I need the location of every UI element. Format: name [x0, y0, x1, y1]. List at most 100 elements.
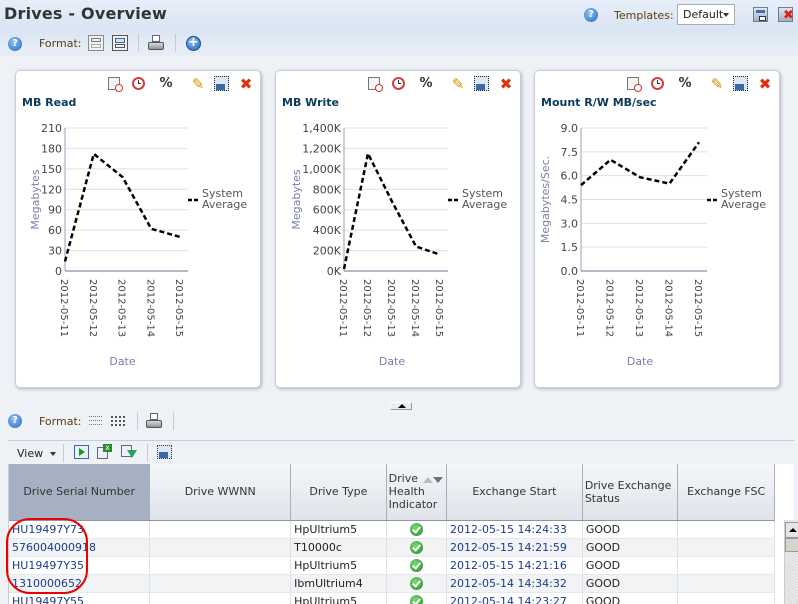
y-tick-label: 1.5 [561, 241, 579, 254]
exchange-start-link[interactable]: 2012-05-14 14:23:27 [446, 592, 583, 604]
templates-label: Templates: [614, 9, 674, 22]
detail-view-icon[interactable] [111, 415, 125, 426]
y-tick-label: 800K [313, 183, 342, 196]
chart-svg: 0K 200K 400K 600K 800K 1,000K 1,200K 1,400K 2012… [290, 122, 507, 368]
y-tick-label: 7.5 [561, 146, 579, 159]
scroll-up-button[interactable] [785, 522, 798, 538]
view-label: View [17, 447, 44, 460]
toolbar-separator [137, 412, 138, 430]
highlight-annotation [6, 518, 88, 594]
exchange-status-cell: GOOD [582, 538, 679, 557]
format-label: Format: [39, 415, 82, 428]
chart-panel-mb-read: % ✎ ✖ MB Read 0 30 60 90 120 150 180 210 2012-05-1… [15, 70, 261, 388]
table-row[interactable]: 1310000652 IbmUltrium4 2012-05-14 14:34:32… [9, 574, 775, 593]
drive-type-cell: T10000c [290, 538, 387, 557]
page-title: Drives - Overview [4, 4, 167, 23]
page-header: Drives - Overview ? Templates: Default ✖ [0, 0, 798, 30]
check-ok-icon [410, 540, 424, 554]
exchange-fsc-cell [677, 538, 775, 557]
health-indicator-cell [386, 538, 448, 557]
dashboard-toolbar: ? Format: + [0, 30, 798, 56]
filter-icon[interactable] [121, 444, 137, 460]
column-header-type[interactable]: Drive Type [290, 464, 387, 521]
column-header-exchange-fsc[interactable]: Exchange FSC [677, 464, 775, 521]
print-icon[interactable] [148, 35, 164, 51]
export-icon[interactable]: x [97, 444, 113, 460]
view-menu[interactable]: View [17, 447, 56, 460]
table-row[interactable]: HU19497Y55 HpUltrium5 2012-05-14 14:23:27 G… [9, 592, 775, 604]
exchange-start-link[interactable]: 2012-05-15 14:21:16 [446, 556, 583, 575]
grid-layout-icon[interactable] [88, 35, 104, 51]
templates-value: Default [683, 8, 724, 21]
drive-wwnn-cell [149, 574, 292, 593]
run-icon[interactable] [74, 445, 89, 459]
y-tick-label: 1,400K [302, 122, 341, 135]
health-indicator-cell [386, 520, 448, 539]
exchange-start-link[interactable]: 2012-05-15 14:24:33 [446, 520, 583, 539]
format-label: Format: [39, 37, 82, 50]
templates-select[interactable]: Default [677, 4, 735, 25]
legend-label: Average [202, 198, 247, 211]
drive-type-cell: HpUltrium5 [290, 592, 387, 604]
table-format-toolbar: ? Format: [0, 408, 798, 434]
table-row[interactable]: 576004000918 T10000c 2012-05-15 14:21:59 GO… [9, 538, 775, 557]
help-icon[interactable]: ? [584, 8, 598, 22]
y-tick-label: 30 [48, 245, 62, 258]
toolbar-separator [175, 34, 176, 52]
delete-template-icon[interactable]: ✖ [778, 7, 794, 22]
table-row[interactable]: HU19497Y73 HpUltrium5 2012-05-15 14:24:33 G… [9, 520, 775, 539]
check-ok-icon [410, 522, 424, 536]
column-header-health[interactable]: Drive Health Indicator [386, 464, 448, 521]
sort-ascending-icon[interactable] [422, 477, 433, 483]
x-axis-title: Date [627, 355, 654, 368]
legend-label: Average [462, 198, 507, 211]
drive-wwnn-cell [149, 556, 292, 575]
add-icon[interactable]: + [186, 36, 201, 51]
scroll-thumb[interactable] [785, 538, 798, 552]
y-axis-title: Megabytes [290, 169, 303, 230]
toolbar-separator [138, 34, 139, 52]
exchange-fsc-cell [677, 556, 775, 575]
y-tick-label: 90 [48, 204, 62, 217]
column-header-wwnn[interactable]: Drive WWNN [149, 464, 292, 521]
y-tick-label: 1,200K [302, 142, 341, 155]
exchange-status-cell: GOOD [582, 556, 679, 575]
toolbar-separator [173, 412, 174, 430]
toolbar-separator [63, 444, 64, 462]
y-tick-label: 210 [41, 122, 62, 135]
sort-descending-icon[interactable] [432, 477, 443, 483]
series-line-system-average [63, 151, 181, 262]
x-tick-label: 2012-05-13 [116, 279, 127, 337]
legend-label: Average [721, 198, 766, 211]
exchange-fsc-cell [677, 520, 775, 539]
help-icon[interactable]: ? [8, 414, 22, 428]
column-header-serial[interactable]: Drive Serial Number [9, 464, 151, 521]
exchange-start-link[interactable]: 2012-05-14 14:34:32 [446, 574, 583, 593]
y-tick-label: 0.0 [561, 265, 579, 278]
health-indicator-cell [386, 574, 448, 593]
column-header-exchange-status[interactable]: Drive Exchange Status [582, 464, 679, 521]
table-row[interactable]: HU19497Y35 HpUltrium5 2012-05-15 14:21:16 G… [9, 556, 775, 575]
y-tick-label: 0 [55, 265, 62, 278]
y-axis-title: Megabytes [29, 169, 42, 230]
help-icon[interactable]: ? [8, 37, 22, 51]
x-tick-label: 2012-05-12 [604, 279, 615, 337]
chart-panel-mb-write: % ✎ ✖ MB Write 0K 200K 400K 600K 800K 1,000K 1,2… [275, 70, 521, 388]
x-tick-label: 2012-05-15 [433, 279, 444, 337]
check-ok-icon [410, 576, 424, 590]
save-template-icon[interactable] [753, 7, 768, 22]
drive-type-cell: HpUltrium5 [290, 520, 387, 539]
x-tick-label: 2012-05-15 [173, 279, 184, 337]
exchange-status-cell: GOOD [582, 592, 679, 604]
print-icon[interactable] [146, 413, 162, 429]
exchange-start-link[interactable]: 2012-05-15 14:21:59 [446, 538, 583, 557]
single-layout-icon[interactable] [112, 35, 128, 51]
y-tick-label: 150 [41, 163, 62, 176]
detach-table-icon[interactable] [157, 445, 172, 459]
x-tick-label: 2012-05-12 [361, 279, 372, 337]
table-toolbar: View x [8, 440, 794, 464]
x-tick-label: 2012-05-11 [58, 279, 69, 337]
vertical-scrollbar[interactable] [784, 520, 798, 604]
column-header-exchange-start[interactable]: Exchange Start [446, 464, 583, 521]
list-view-icon[interactable] [89, 415, 102, 426]
